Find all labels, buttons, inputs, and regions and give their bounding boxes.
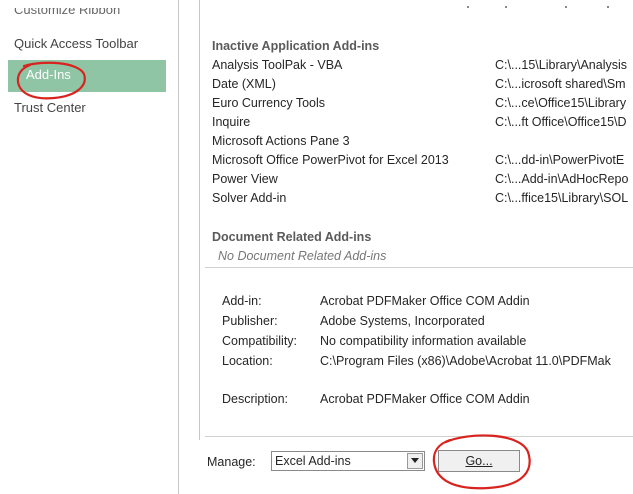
addin-location: C:\...Add-in\AdHocRepo: [495, 172, 629, 186]
addin-name: Power View: [212, 172, 278, 186]
document-addins-heading: Document Related Add-ins: [212, 230, 372, 244]
addin-name: Solver Add-in: [212, 191, 287, 205]
addin-name: Microsoft Actions Pane 3: [212, 134, 350, 148]
addin-location: C:\...icrosoft shared\Sm: [495, 77, 626, 91]
list-item[interactable]: Date (XML) C:\...icrosoft shared\Sm: [212, 77, 633, 97]
addin-location: C:\...dd-in\PowerPivotE: [495, 153, 625, 167]
add-ins-list[interactable]: Inactive Application Add-ins Analysis To…: [205, 0, 633, 275]
go-button-label: Go...: [465, 454, 493, 468]
nav-item-trust-center[interactable]: Trust Center: [14, 100, 86, 115]
addin-value: Acrobat PDFMaker Office COM Addin: [320, 294, 530, 308]
nav-item-add-ins[interactable]: Add-Ins: [26, 67, 71, 82]
clipped-row-remnant: [467, 6, 609, 8]
manage-label: Manage:: [207, 455, 256, 469]
nav-divider: [178, 0, 179, 494]
addin-name: Inquire: [212, 115, 251, 129]
addin-name: Euro Currency Tools: [212, 96, 326, 110]
addin-label: Add-in:: [222, 294, 262, 308]
manage-dropdown-value: Excel Add-ins: [275, 454, 351, 468]
manage-label-text: Manage:: [207, 455, 256, 469]
list-item[interactable]: Solver Add-in C:\...ffice15\Library\SOL: [212, 191, 633, 211]
addin-name: Date (XML): [212, 77, 276, 91]
addin-location: C:\...15\Library\Analysis: [495, 58, 627, 72]
compatibility-value: No compatibility information available: [320, 334, 527, 348]
list-bottom-border: [205, 267, 633, 268]
list-item[interactable]: Microsoft Office PowerPivot for Excel 20…: [212, 153, 633, 173]
compatibility-label: Compatibility:: [222, 334, 298, 348]
go-button[interactable]: Go...: [438, 450, 520, 472]
manage-separator: [205, 436, 633, 437]
description-value: Acrobat PDFMaker Office COM Addin: [320, 392, 530, 406]
list-item[interactable]: Analysis ToolPak - VBA C:\...15\Library\…: [212, 58, 633, 78]
nav-item-quick-access-toolbar[interactable]: Quick Access Toolbar: [14, 36, 138, 51]
list-item[interactable]: Inquire C:\...ft Office\Office15\D: [212, 115, 633, 135]
addin-location: C:\...ce\Office15\Library: [495, 96, 627, 110]
options-nav-pane: Customize Ribbon Quick Access Toolbar Ad…: [0, 0, 166, 494]
location-label: Location:: [222, 354, 273, 368]
manage-dropdown[interactable]: Excel Add-ins: [271, 451, 425, 471]
addin-location: C:\...ft Office\Office15\D: [495, 115, 627, 129]
addin-name: Analysis ToolPak - VBA: [212, 58, 343, 72]
publisher-value: Adobe Systems, Incorporated: [320, 314, 485, 328]
inactive-addins-heading: Inactive Application Add-ins: [212, 39, 380, 53]
list-item[interactable]: Power View C:\...Add-in\AdHocRepo: [212, 172, 633, 192]
addin-name: Microsoft Office PowerPivot for Excel 20…: [212, 153, 449, 167]
list-item[interactable]: Microsoft Actions Pane 3: [212, 134, 633, 154]
dropdown-arrow-icon[interactable]: [407, 453, 423, 469]
location-value: C:\Program Files (x86)\Adobe\Acrobat 11.…: [320, 354, 611, 368]
nav-item-customize-ribbon[interactable]: Customize Ribbon: [14, 8, 120, 17]
no-document-addins-note: No Document Related Add-ins: [218, 249, 387, 263]
addin-location: C:\...ffice15\Library\SOL: [495, 191, 629, 205]
content-left-border: [199, 0, 200, 440]
publisher-label: Publisher:: [222, 314, 278, 328]
list-item[interactable]: Euro Currency Tools C:\...ce\Office15\Li…: [212, 96, 633, 116]
description-label: Description:: [222, 392, 288, 406]
